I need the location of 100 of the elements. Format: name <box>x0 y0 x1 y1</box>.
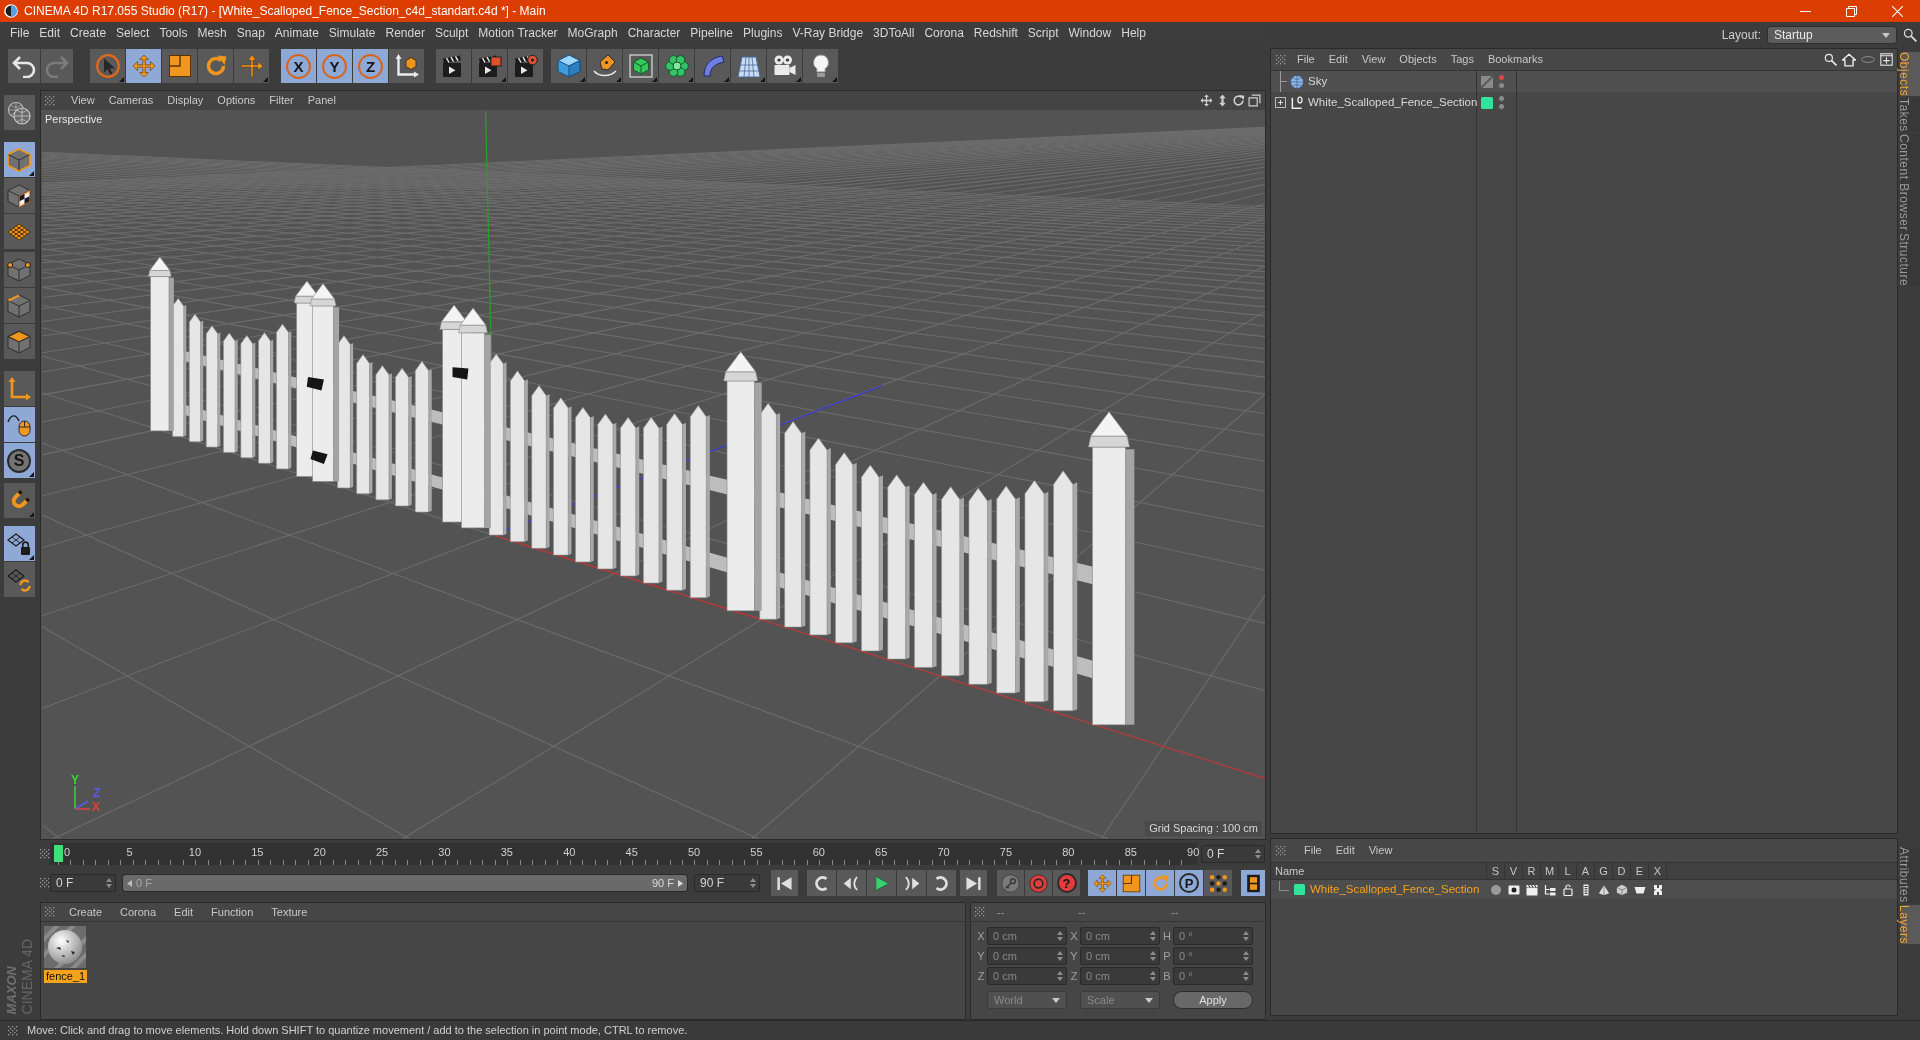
panel-grip-icon[interactable] <box>40 878 50 888</box>
key-scale-button[interactable] <box>1117 870 1145 896</box>
viewport-menu-item[interactable]: Display <box>167 95 204 106</box>
layer-name[interactable]: White_Scalloped_Fence_Section <box>1310 883 1480 896</box>
side-tab[interactable]: Attributes <box>1901 847 1920 903</box>
menu-item[interactable]: Motion Tracker <box>478 27 558 39</box>
material-sphere-icon[interactable] <box>44 926 86 968</box>
side-tab[interactable]: Structure <box>1901 232 1920 287</box>
next-frame-button[interactable] <box>897 870 926 896</box>
menu-item[interactable]: Help <box>1121 27 1146 39</box>
layer-menu-item[interactable]: File <box>1304 845 1322 856</box>
record-button[interactable] <box>1025 870 1052 896</box>
key-points-button[interactable] <box>1204 870 1232 896</box>
axis-lock-button[interactable]: Y <box>317 49 352 83</box>
current-frame-field[interactable]: 0 F <box>1201 845 1265 863</box>
expand-icon[interactable] <box>1275 97 1286 108</box>
previous-frame-button[interactable] <box>837 870 866 896</box>
search-icon[interactable] <box>1824 53 1837 66</box>
points-mode-button[interactable] <box>3 252 35 287</box>
menu-item[interactable]: Simulate <box>328 27 376 39</box>
panel-grip-icon[interactable] <box>1276 845 1286 856</box>
clapperboard-icon[interactable] <box>1526 883 1538 896</box>
orbit-icon[interactable] <box>1232 94 1245 107</box>
panel-grip-icon[interactable] <box>45 907 55 917</box>
move-tool-button[interactable] <box>126 49 161 83</box>
material-menu-item[interactable]: Texture <box>271 906 308 918</box>
object-menu-item[interactable]: File <box>1297 54 1315 65</box>
timeline-ruler[interactable]: 0 5 10 15 20 25 30 35 40 45 50 55 60 65 70 75 80 85 90 <box>50 843 1197 865</box>
viewport-menu-item[interactable]: Filter <box>269 95 294 106</box>
key-parameter-button[interactable]: P <box>1175 870 1203 896</box>
material-menu-item[interactable]: Corona <box>120 906 157 918</box>
menu-item[interactable]: Mesh <box>197 27 227 39</box>
cloner-button[interactable] <box>659 49 694 83</box>
menu-item[interactable]: Sculpt <box>434 27 469 39</box>
render-picture-button[interactable] <box>472 49 507 83</box>
coordinate-field[interactable]: 0 ° <box>1173 927 1253 945</box>
search-icon[interactable] <box>1903 28 1917 42</box>
coordinate-field[interactable]: 0 cm <box>987 967 1067 985</box>
panel-grip-icon[interactable] <box>40 849 50 859</box>
render-settings-button[interactable] <box>508 49 543 83</box>
light-button[interactable] <box>803 49 838 83</box>
render-visibility-dot-icon[interactable] <box>1499 104 1504 109</box>
side-tab[interactable]: Content Browser <box>1901 134 1920 231</box>
camera-button[interactable] <box>767 49 802 83</box>
viewport-menu-item[interactable]: Options <box>217 95 256 106</box>
panel-grip-icon[interactable] <box>975 907 985 917</box>
menu-item[interactable]: Pipeline <box>690 27 734 39</box>
rotate-tool-button[interactable] <box>198 49 233 83</box>
layer-row[interactable]: White_Scalloped_Fence_Section <box>1271 880 1897 899</box>
column-header[interactable]: G <box>1595 863 1613 879</box>
h-shape-icon[interactable] <box>1652 883 1664 896</box>
column-header[interactable]: X <box>1649 863 1667 879</box>
transform-tool-button[interactable] <box>234 49 269 83</box>
coordinate-field[interactable]: 0 cm <box>1080 947 1160 965</box>
panel-grip-icon[interactable] <box>45 95 55 106</box>
maximize-icon[interactable] <box>1248 94 1261 107</box>
menu-item[interactable]: Create <box>70 27 107 39</box>
material-menu-item[interactable]: Edit <box>174 906 194 918</box>
lock-icon[interactable] <box>1562 883 1574 896</box>
subdivision-button[interactable] <box>623 49 658 83</box>
column-header[interactable]: D <box>1613 863 1631 879</box>
object-menu-item[interactable]: Tags <box>1450 54 1474 65</box>
layout-dropdown[interactable]: Startup <box>1767 26 1897 44</box>
solo-button[interactable]: S <box>3 443 35 478</box>
dot-icon[interactable] <box>1490 883 1502 896</box>
side-tab[interactable]: Takes <box>1901 98 1920 133</box>
menu-item[interactable]: Render <box>385 27 425 39</box>
column-header[interactable]: R <box>1523 863 1541 879</box>
column-header[interactable]: E <box>1631 863 1649 879</box>
polygons-mode-button[interactable] <box>3 324 35 359</box>
column-header[interactable]: M <box>1541 863 1559 879</box>
coordinate-field[interactable]: 0 cm <box>1080 927 1160 945</box>
column-header[interactable]: V <box>1505 863 1523 879</box>
material-menu-item[interactable]: Create <box>69 906 103 918</box>
coordinate-field[interactable]: 0 cm <box>987 947 1067 965</box>
layer-color-swatch[interactable] <box>1481 96 1493 109</box>
material-menu-item[interactable]: Function <box>211 906 254 918</box>
axis-lock-button[interactable]: X <box>281 49 316 83</box>
object-menu-item[interactable]: Objects <box>1399 54 1437 65</box>
render-visibility-dot-icon[interactable] <box>1499 83 1504 88</box>
align-workplane-button[interactable] <box>3 562 35 597</box>
move-arrows-icon[interactable] <box>1200 94 1213 107</box>
scale-tool-button[interactable] <box>162 49 197 83</box>
lock-workplane-button[interactable] <box>3 526 35 561</box>
panel-grip-icon[interactable] <box>1276 54 1286 65</box>
menu-item[interactable]: Animate <box>274 27 319 39</box>
panel-grip-icon[interactable] <box>8 1025 18 1036</box>
coordinate-field[interactable]: 0 ° <box>1173 947 1253 965</box>
previous-key-button[interactable] <box>807 870 836 896</box>
coordinate-field[interactable]: 0 cm <box>1080 967 1160 985</box>
axis-lock-button[interactable]: Z <box>353 49 388 83</box>
autokey-button[interactable]: ? <box>1053 870 1080 896</box>
snap-button[interactable] <box>3 483 35 518</box>
layer-menu-item[interactable]: View <box>1368 845 1393 856</box>
menu-item[interactable]: Script <box>1027 27 1059 39</box>
menu-item[interactable]: Select <box>116 27 150 39</box>
coordinate-field[interactable]: 0 cm <box>987 927 1067 945</box>
house-icon[interactable] <box>1842 52 1856 67</box>
cube-object-button[interactable] <box>551 49 586 83</box>
timeline-button[interactable] <box>1241 870 1265 896</box>
